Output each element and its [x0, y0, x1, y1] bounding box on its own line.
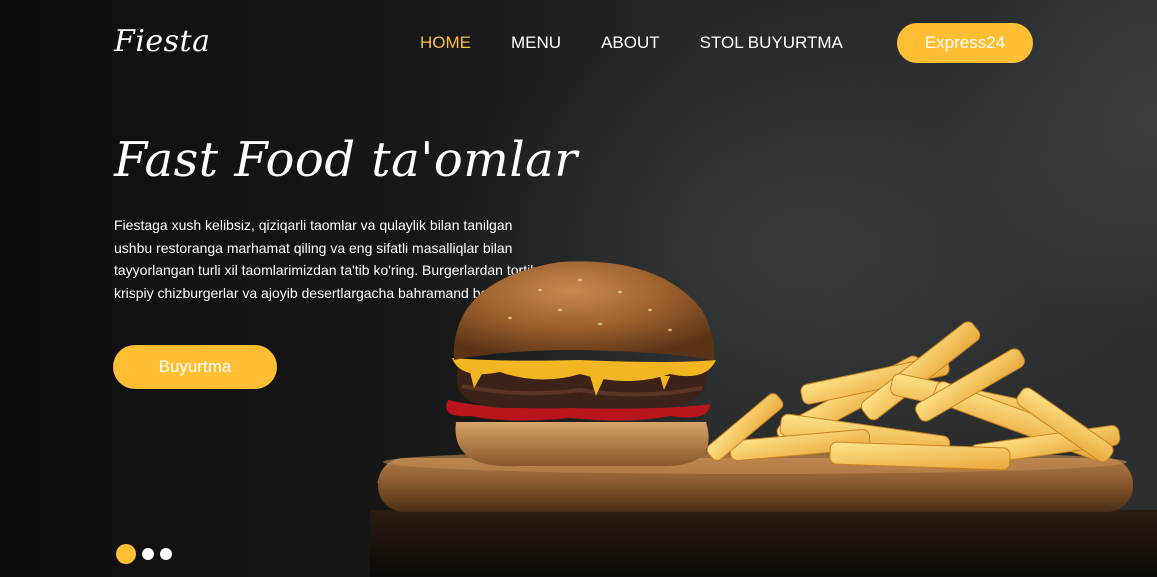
nav-item-menu[interactable]: MENU — [511, 32, 561, 54]
nav-item-table-order[interactable]: STOL BUYURTMA — [700, 32, 843, 54]
express24-button[interactable]: Express24 — [897, 23, 1033, 63]
main-nav: HOME MENU ABOUT STOL BUYURTMA — [420, 32, 883, 54]
burger-and-fries-image — [370, 261, 1157, 577]
hero-section: Fiesta HOME MENU ABOUT STOL BUYURTMA Exp… — [0, 0, 1157, 577]
slider-indicators — [116, 544, 172, 564]
slider-dot-3[interactable] — [160, 548, 172, 560]
hero-title: Fast Food ta'omlar — [114, 132, 578, 188]
order-button[interactable]: Buyurtma — [113, 345, 277, 389]
nav-item-about[interactable]: ABOUT — [601, 32, 660, 54]
slider-dot-1[interactable] — [116, 544, 136, 564]
brand-logo[interactable]: Fiesta — [114, 24, 211, 59]
nav-item-home[interactable]: HOME — [420, 32, 471, 54]
slider-dot-2[interactable] — [142, 548, 154, 560]
